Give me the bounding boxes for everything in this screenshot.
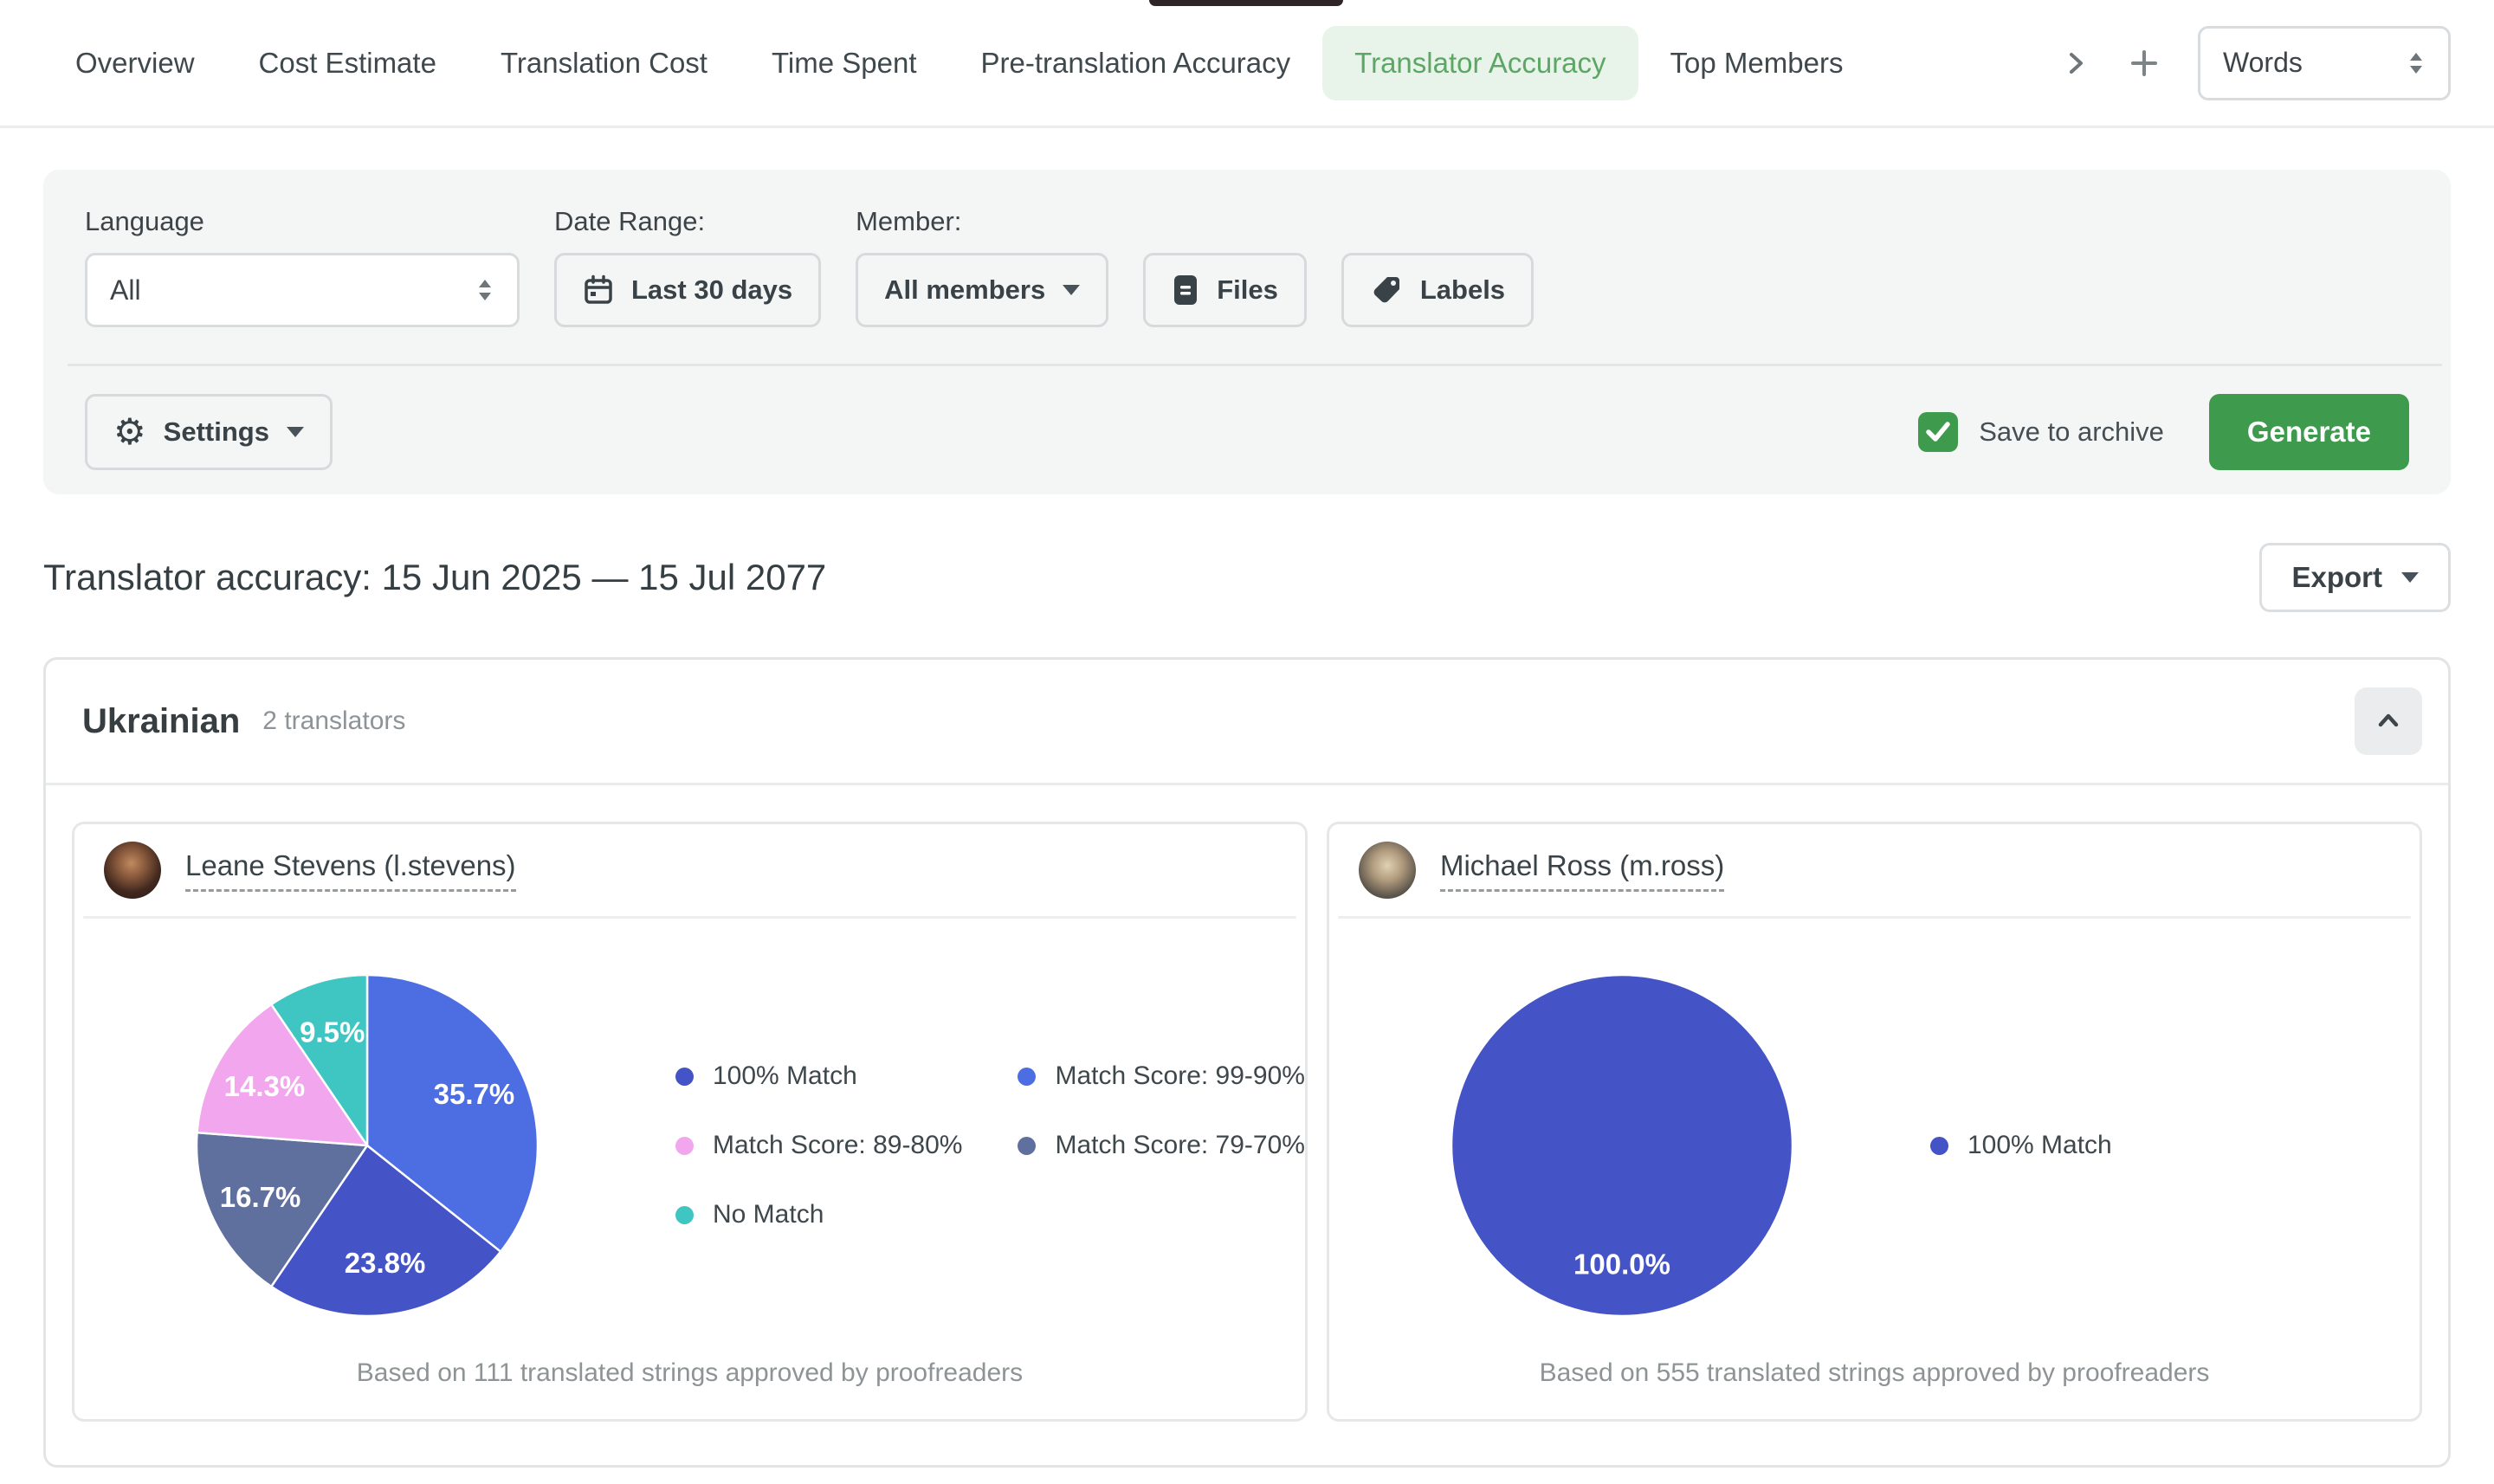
pie-legend: 100% Match Match Score: 99-90% Match Score…: [675, 1061, 1305, 1229]
screen-notch-bar: [1149, 0, 1343, 6]
files-filter-button[interactable]: Files: [1143, 253, 1307, 327]
date-range-value: Last 30 days: [631, 274, 792, 306]
legend-dot-icon: [1930, 1137, 1948, 1155]
legend-label: Match Score: 99-90%: [1055, 1061, 1304, 1091]
legend-label: Match Score: 79-70%: [1055, 1131, 1304, 1160]
report-tabs: OverviewCost EstimateTranslation CostTim…: [43, 26, 1875, 100]
avatar: [1359, 842, 1416, 899]
tab-top-members[interactable]: Top Members: [1638, 26, 1876, 100]
tabs-overflow-chevron-right-icon[interactable]: [2061, 48, 2090, 78]
labels-filter-button[interactable]: Labels: [1341, 253, 1534, 327]
pie-slice-label: 14.3%: [224, 1070, 306, 1102]
tab-translator-accuracy[interactable]: Translator Accuracy: [1322, 26, 1638, 100]
tab-time-spent[interactable]: Time Spent: [740, 26, 949, 100]
labels-button-label: Labels: [1420, 274, 1505, 306]
collapse-section-button[interactable]: [2355, 687, 2422, 755]
tab-translation-cost[interactable]: Translation Cost: [468, 26, 740, 100]
translator-name-link[interactable]: Leane Stevens (l.stevens): [185, 849, 516, 892]
translator-card: Leane Stevens (l.stevens) 35.7% 23.8% 16.7…: [72, 822, 1308, 1422]
legend-dot-icon: [1018, 1137, 1036, 1155]
chevron-up-icon: [2374, 707, 2403, 736]
legend-item[interactable]: Match Score: 99-90%: [1018, 1061, 1304, 1091]
member-select-value: All members: [884, 274, 1045, 306]
settings-button-label: Settings: [164, 416, 269, 448]
export-button-label: Export: [2291, 561, 2382, 594]
select-updown-caret-icon: [475, 276, 494, 304]
legend-item[interactable]: No Match: [675, 1200, 962, 1229]
language-select[interactable]: All: [85, 253, 520, 327]
member-label: Member:: [856, 206, 1108, 237]
pie-slice-label: 23.8%: [345, 1247, 426, 1279]
file-icon: [1172, 274, 1199, 306]
tag-icon: [1370, 274, 1403, 306]
page-title: Translator accuracy: 15 Jun 2025 — 15 Ju…: [43, 557, 826, 598]
filter-panel: Language All Date Range: Last 30 days Me…: [43, 170, 2451, 494]
caret-down-icon: [1063, 285, 1080, 295]
settings-button[interactable]: Settings: [85, 394, 333, 470]
language-section: Ukrainian 2 translators Leane Stevens (l…: [43, 657, 2451, 1468]
member-select-button[interactable]: All members: [856, 253, 1108, 327]
legend-item[interactable]: Match Score: 79-70%: [1018, 1131, 1304, 1160]
save-to-archive-label: Save to archive: [1979, 416, 2164, 448]
pie-slice-label: 35.7%: [434, 1078, 515, 1110]
legend-dot-icon: [675, 1206, 694, 1224]
translators-count: 2 translators: [262, 707, 405, 736]
tab-overview[interactable]: Overview: [43, 26, 227, 100]
legend-item[interactable]: 100% Match: [1930, 1131, 2112, 1160]
pie-slice-label: 16.7%: [220, 1181, 301, 1213]
card-footer-note: Based on 555 translated strings approved…: [1329, 1358, 2420, 1388]
avatar: [104, 842, 161, 899]
generate-button[interactable]: Generate: [2209, 394, 2409, 470]
pie-slice-label: 9.5%: [300, 1016, 365, 1048]
tab-pre-translation-accuracy[interactable]: Pre-translation Accuracy: [949, 26, 1323, 100]
panel-divider: [68, 364, 2442, 366]
calendar-icon: [583, 274, 614, 306]
date-range-button[interactable]: Last 30 days: [554, 253, 821, 327]
date-range-label: Date Range:: [554, 206, 821, 237]
accuracy-pie-chart[interactable]: 100.0%: [1431, 955, 1812, 1336]
select-updown-caret-icon: [2407, 49, 2426, 77]
files-button-label: Files: [1217, 274, 1278, 306]
checkmark-icon: [1925, 421, 1951, 443]
caret-down-icon: [287, 427, 304, 437]
gear-icon: [113, 414, 146, 451]
report-tabs-bar: OverviewCost EstimateTranslation CostTim…: [0, 0, 2494, 128]
legend-label: Match Score: 89-80%: [713, 1131, 962, 1160]
legend-dot-icon: [1018, 1068, 1036, 1086]
pie-slice-label: 100.0%: [1573, 1248, 1670, 1281]
card-footer-note: Based on 111 translated strings approved…: [74, 1358, 1305, 1388]
language-select-value: All: [110, 274, 141, 306]
language-label: Language: [85, 206, 520, 237]
save-to-archive-checkbox[interactable]: [1918, 412, 1958, 452]
caret-down-icon: [2401, 572, 2419, 583]
language-section-title: Ukrainian: [82, 702, 240, 741]
legend-item[interactable]: 100% Match: [675, 1061, 962, 1091]
export-button[interactable]: Export: [2259, 543, 2451, 612]
tab-cost-estimate[interactable]: Cost Estimate: [227, 26, 468, 100]
unit-select[interactable]: Words: [2198, 26, 2451, 100]
translator-cards: Leane Stevens (l.stevens) 35.7% 23.8% 16.7…: [46, 785, 2448, 1465]
add-report-icon[interactable]: [2129, 48, 2160, 79]
translator-name-link[interactable]: Michael Ross (m.ross): [1440, 849, 1724, 892]
translator-card: Michael Ross (m.ross) 100.0% 100% Match …: [1327, 822, 2422, 1422]
legend-label: No Match: [713, 1200, 824, 1229]
accuracy-pie-chart[interactable]: 35.7% 23.8% 16.7% 14.3% 9.5%: [177, 955, 558, 1336]
legend-dot-icon: [675, 1068, 694, 1086]
unit-select-value: Words: [2223, 47, 2303, 79]
legend-item[interactable]: Match Score: 89-80%: [675, 1131, 962, 1160]
legend-dot-icon: [675, 1137, 694, 1155]
pie-legend: 100% Match: [1930, 1131, 2168, 1160]
legend-label: 100% Match: [1967, 1131, 2112, 1160]
legend-label: 100% Match: [713, 1061, 857, 1091]
